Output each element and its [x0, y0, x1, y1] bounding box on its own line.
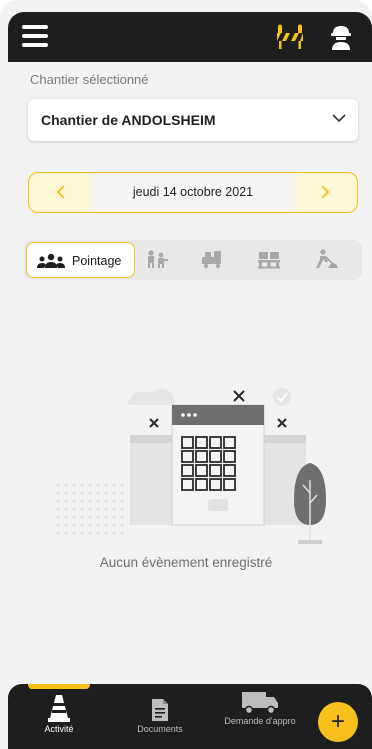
chevron-right-icon[interactable] [317, 184, 333, 200]
top-bar [8, 12, 372, 62]
workers-icon[interactable] [145, 249, 169, 269]
people-icon [37, 253, 65, 268]
bottom-navigation: Activité Documents Demande d'appro + [8, 684, 372, 749]
pallet-icon[interactable] [257, 249, 281, 269]
date-display[interactable]: jeudi 14 octobre 2021 [91, 173, 295, 211]
site-selector-label: Chantier sélectionné [30, 72, 149, 87]
truck-loading-icon[interactable] [201, 249, 225, 269]
add-fab-button[interactable]: + [318, 702, 358, 742]
nav-documents[interactable]: Documents [120, 690, 200, 735]
tab-pointage-label: Pointage [72, 254, 122, 268]
chevron-left-icon[interactable] [53, 184, 69, 200]
traffic-cone-icon [48, 695, 70, 722]
delivery-truck-icon [242, 692, 278, 715]
active-tab-indicator [28, 684, 90, 689]
nav-activite[interactable]: Activité [26, 690, 92, 735]
chevron-down-icon [332, 114, 346, 123]
nav-demande-appro[interactable]: Demande d'appro [220, 690, 300, 727]
road-barrier-icon[interactable] [276, 24, 304, 50]
current-date: jeudi 14 octobre 2021 [132, 185, 254, 199]
activity-tabs: Pointage [24, 240, 362, 280]
empty-calendar-illustration [56, 388, 326, 544]
tab-pointage[interactable]: Pointage [26, 242, 135, 278]
nav-documents-label: Documents [137, 724, 183, 734]
site-select[interactable]: Chantier de ANDOLSHEIM [28, 99, 358, 141]
document-icon [152, 699, 168, 721]
hamburger-menu-icon[interactable] [22, 25, 48, 47]
worker-helmet-icon[interactable] [330, 24, 352, 50]
site-select-value: Chantier de ANDOLSHEIM [41, 112, 216, 128]
nav-activite-label: Activité [44, 724, 74, 734]
empty-state-message: Aucun évènement enregistré [99, 555, 273, 570]
app-screen: Chantier sélectionné Chantier de ANDOLSH… [0, 0, 372, 749]
date-navigator: jeudi 14 octobre 2021 [28, 172, 358, 213]
worker-digging-icon[interactable] [314, 249, 338, 269]
plus-icon: + [330, 708, 345, 735]
nav-demande-appro-label: Demande d'appro [224, 716, 296, 726]
